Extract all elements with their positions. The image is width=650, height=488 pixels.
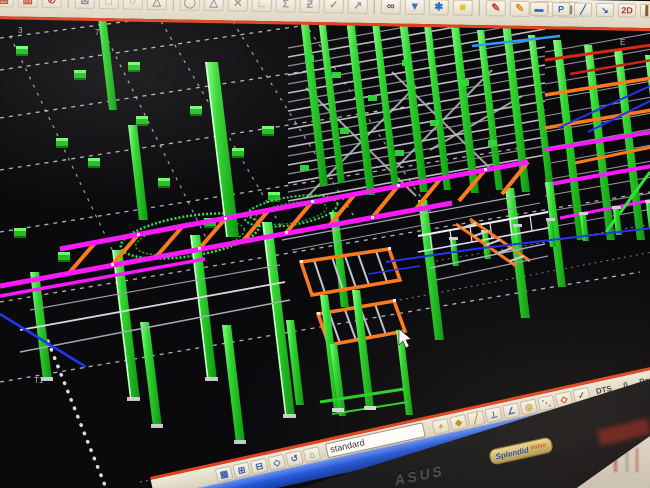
view-red-a-icon[interactable]: ▤	[0, 0, 14, 8]
zoom-out-icon[interactable]: ⊟	[250, 458, 269, 475]
snap-end-icon[interactable]: ◆	[449, 414, 468, 431]
snap-star-icon[interactable]: ✱	[429, 0, 449, 15]
circle-icon[interactable]: ◯	[180, 0, 200, 11]
snap-grid-icon[interactable]: ⋱	[537, 395, 556, 412]
prohibit-icon[interactable]: ⊘	[42, 0, 62, 8]
beam-blue-icon[interactable]: ▬	[530, 2, 548, 16]
check-icon[interactable]: ✓	[324, 0, 344, 14]
fit-view-icon[interactable]: ▦	[215, 465, 234, 482]
triangle-small-icon[interactable]: △	[147, 0, 167, 10]
circle-small-icon[interactable]: ○	[123, 0, 143, 10]
zoom-in-icon[interactable]: ⊞	[232, 462, 251, 479]
corner-icon[interactable]: ∟	[252, 0, 272, 12]
snap-angle-icon[interactable]: ∠	[502, 402, 521, 419]
snap-line-icon[interactable]: ╱	[467, 410, 486, 427]
plate-flag-icon[interactable]: P	[552, 2, 570, 16]
home-view-icon[interactable]: ⌂	[303, 446, 322, 463]
pan-tool-icon[interactable]: ◇	[268, 454, 287, 471]
pin-brown-icon[interactable]: ▍	[640, 4, 650, 18]
plate-yellow-icon[interactable]: ■	[453, 0, 473, 16]
toolbar-separator	[68, 0, 69, 9]
box-x-icon[interactable]: ⊠	[75, 0, 95, 9]
box-icon[interactable]: □	[99, 0, 119, 9]
toolbar-separator	[173, 0, 174, 10]
snap-center-icon[interactable]: ◎	[519, 398, 538, 415]
triangle-icon[interactable]: △	[204, 0, 224, 11]
snap-points-icon[interactable]: +	[432, 418, 451, 435]
monitor-photo: 37T1E ▤▥⊘⊠□○△◯△✕∟ΣƵ✓↗∞▼✱■✎✎▨▩ ▬P╱↘2D▍ ▦⊞…	[0, 0, 650, 488]
label-2d-icon[interactable]: 2D	[618, 3, 636, 17]
snap-perp-icon[interactable]: ⊥	[484, 406, 503, 423]
z-icon[interactable]: Ƶ	[300, 0, 320, 13]
line-blue-icon[interactable]: ╱	[574, 2, 592, 16]
toolbar-separator	[479, 0, 480, 16]
arrow-ne-icon[interactable]: ↗	[348, 0, 368, 14]
top-toolbar-row2: ▬ P ╱ ↘ 2D ▍	[528, 2, 650, 21]
binoculars-icon[interactable]: ∞	[381, 0, 401, 15]
cross-icon[interactable]: ✕	[228, 0, 248, 12]
view-red-b-icon[interactable]: ▥	[18, 0, 38, 8]
filter-funnel-icon[interactable]: ▼	[405, 0, 425, 15]
sticker-accent-text: Video	[530, 442, 547, 451]
arrow-blue-icon[interactable]: ↘	[596, 3, 614, 17]
rotate-view-icon[interactable]: ↺	[285, 450, 304, 467]
toolbar-separator	[374, 0, 375, 14]
pen-orange-icon[interactable]: ✎	[510, 1, 530, 17]
pen-red-icon[interactable]: ✎	[486, 0, 506, 16]
sigma-icon[interactable]: Σ	[276, 0, 296, 13]
